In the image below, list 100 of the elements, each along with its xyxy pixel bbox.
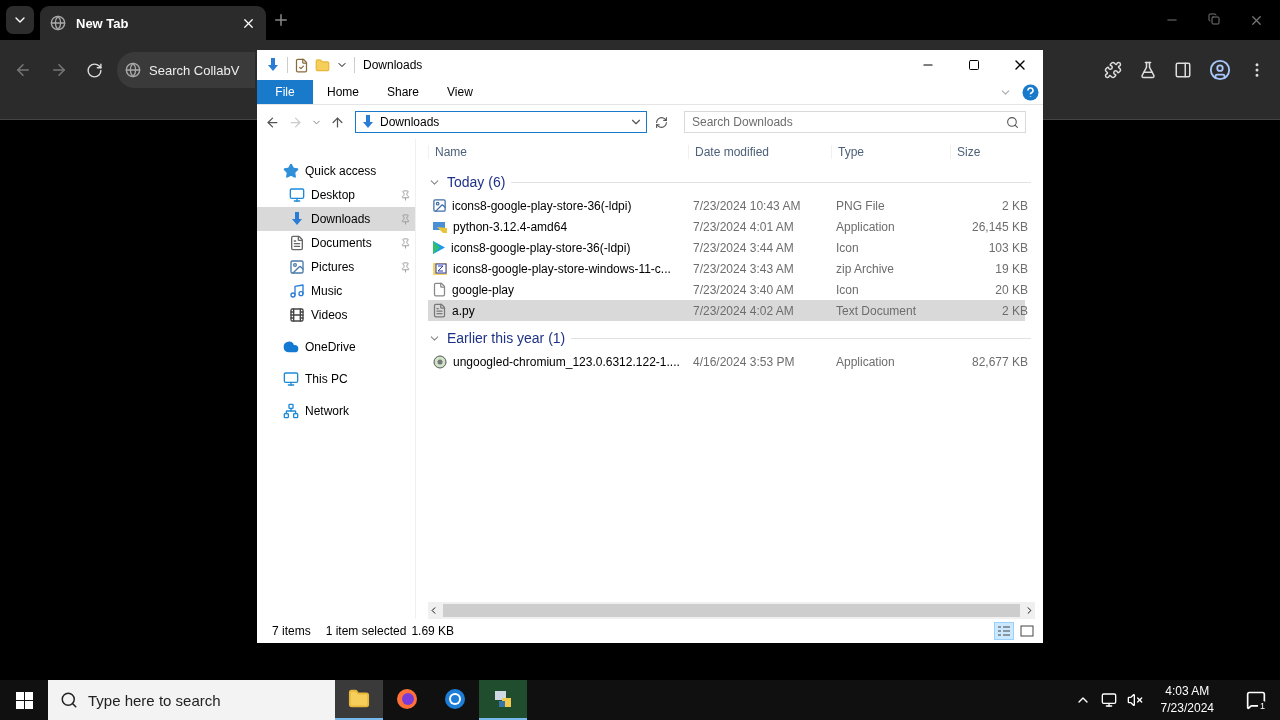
column-header[interactable]: Date modified bbox=[688, 145, 831, 159]
search-icon bbox=[1006, 115, 1019, 129]
star-icon bbox=[283, 163, 299, 179]
notifications-button[interactable]: 1 bbox=[1232, 680, 1280, 720]
selection-size: 1.69 KB bbox=[411, 624, 455, 638]
size-cell-text: 103 KB bbox=[987, 240, 1028, 255]
file-name: python-3.12.4-amd64 bbox=[453, 219, 568, 234]
ribbon-tab[interactable]: View bbox=[433, 80, 487, 104]
nav-item[interactable]: Downloads bbox=[257, 207, 415, 231]
network-icon bbox=[283, 403, 299, 419]
forward-arrow-icon[interactable] bbox=[50, 61, 68, 79]
download-arrow-icon bbox=[289, 211, 305, 227]
type-cell-text: PNG File bbox=[835, 198, 886, 213]
file-tab[interactable]: File bbox=[257, 80, 313, 104]
selection-status: 1 item selected bbox=[325, 624, 407, 638]
taskbar-app-button[interactable] bbox=[335, 680, 383, 720]
nav-item[interactable]: Documents bbox=[257, 231, 415, 255]
item-count: 7 items bbox=[272, 624, 311, 638]
cloud-icon bbox=[283, 339, 299, 355]
nav-item[interactable]: Desktop bbox=[257, 183, 415, 207]
muted-speaker-icon[interactable] bbox=[1126, 692, 1143, 708]
type-cell-text: Application bbox=[835, 219, 896, 234]
file-name: a.py bbox=[452, 303, 475, 318]
file-name: icons8-google-play-store-windows-11-c... bbox=[453, 261, 671, 276]
size-cell-text: 26,145 KB bbox=[970, 219, 1028, 234]
type-cell-text: zip Archive bbox=[835, 261, 896, 276]
group-header: Earlier this year (1) bbox=[447, 330, 566, 346]
type-cell-text: Icon bbox=[835, 240, 860, 255]
type-cell-text: Text Document bbox=[835, 303, 918, 318]
ribbon-tab[interactable]: Share bbox=[373, 80, 434, 104]
windows-logo-icon bbox=[15, 691, 33, 709]
nav-item[interactable]: Music bbox=[257, 279, 415, 303]
download-arrow-icon bbox=[265, 57, 281, 73]
site-icon bbox=[125, 62, 141, 78]
taskbar-search-field[interactable]: Type here to search bbox=[48, 680, 335, 720]
thumbnail-icon bbox=[1020, 625, 1034, 637]
date-cell-text: 7/23/2024 10:43 AM bbox=[692, 198, 802, 213]
properties-icon[interactable] bbox=[294, 57, 309, 73]
ribbon-tab[interactable]: Home bbox=[313, 80, 373, 104]
address-field[interactable]: Downloads bbox=[355, 111, 647, 133]
play-triangle-icon bbox=[432, 240, 446, 255]
address-bar[interactable]: Search CollabV bbox=[117, 52, 255, 88]
nav-item[interactable]: Quick access bbox=[257, 159, 415, 183]
group-header: Today (6) bbox=[447, 174, 506, 190]
date-cell-text: 4/16/2024 3:53 PM bbox=[692, 354, 796, 369]
chrome-icon bbox=[444, 688, 466, 710]
type-cell-text: Icon bbox=[835, 282, 860, 297]
flask-icon[interactable] bbox=[1139, 61, 1157, 79]
download-arrow-icon bbox=[360, 114, 376, 130]
maximize-icon[interactable] bbox=[968, 59, 980, 71]
type-cell-text: Application bbox=[835, 354, 896, 369]
date-cell-text: 7/23/2024 4:01 AM bbox=[692, 219, 795, 234]
column-header[interactable]: Type bbox=[831, 145, 950, 159]
column-header[interactable]: Name bbox=[428, 145, 688, 159]
nav-item[interactable]: OneDrive bbox=[257, 335, 415, 359]
reload-icon[interactable] bbox=[86, 61, 103, 79]
date-cell-text: 7/23/2024 4:02 AM bbox=[692, 303, 795, 318]
image-file-icon bbox=[432, 198, 447, 213]
file-name: icons8-google-play-store-36(-ldpi) bbox=[451, 240, 631, 255]
globe-icon bbox=[50, 15, 66, 31]
details-list-icon bbox=[997, 625, 1011, 637]
nav-item[interactable]: This PC bbox=[257, 367, 415, 391]
puzzle-icon[interactable] bbox=[1104, 61, 1122, 79]
zip-archive-icon bbox=[432, 260, 448, 277]
help-icon[interactable] bbox=[1022, 83, 1039, 101]
nav-item[interactable]: Network bbox=[257, 399, 415, 423]
size-cell-text: 82,677 KB bbox=[970, 354, 1028, 369]
profile-icon[interactable] bbox=[1209, 59, 1231, 81]
monitor-icon bbox=[289, 187, 305, 203]
size-cell-text: 2 KB bbox=[1001, 303, 1028, 318]
date-cell-text: 7/23/2024 3:43 AM bbox=[692, 261, 795, 276]
folder-icon bbox=[348, 688, 370, 710]
film-icon bbox=[289, 307, 305, 323]
search-icon bbox=[60, 691, 78, 709]
size-cell-text: 19 KB bbox=[994, 261, 1028, 276]
restore-icon[interactable] bbox=[1208, 12, 1220, 25]
notification-icon bbox=[1246, 690, 1266, 710]
search-field[interactable]: Search Downloads bbox=[684, 111, 1026, 133]
horizontal-scrollbar[interactable] bbox=[428, 602, 1035, 619]
window-title: Downloads bbox=[363, 58, 423, 72]
refresh-icon[interactable] bbox=[655, 115, 668, 129]
file-name: icons8-google-play-store-36(-ldpi) bbox=[452, 198, 632, 213]
text-file-icon bbox=[432, 303, 447, 318]
picture-icon bbox=[289, 259, 305, 275]
clock[interactable]: 4:03 AM 7/23/2024 bbox=[1152, 683, 1222, 717]
nav-item[interactable]: Pictures bbox=[257, 255, 415, 279]
new-tab-icon[interactable] bbox=[272, 11, 290, 29]
browser-tab[interactable]: New Tab bbox=[40, 6, 266, 40]
large-icons-view-button[interactable] bbox=[1017, 622, 1037, 640]
side-panel-icon[interactable] bbox=[1174, 61, 1192, 79]
size-cell-text: 20 KB bbox=[994, 282, 1028, 297]
tab-search-button[interactable] bbox=[6, 6, 34, 34]
nav-item[interactable]: Videos bbox=[257, 303, 415, 327]
column-header[interactable]: Size bbox=[950, 145, 1028, 159]
file-name: ungoogled-chromium_123.0.6312.122-1.... bbox=[453, 354, 680, 369]
document-icon bbox=[289, 235, 305, 251]
tab-title: New Tab bbox=[76, 15, 130, 31]
taskbar-app-button[interactable] bbox=[479, 680, 527, 720]
file-name: google-play bbox=[452, 282, 515, 297]
notification-count: 1 bbox=[1258, 701, 1267, 712]
